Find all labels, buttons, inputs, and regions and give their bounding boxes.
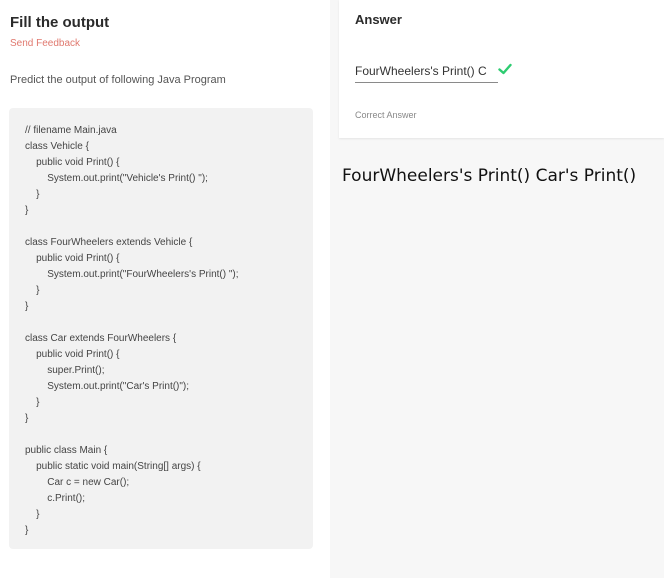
answer-card: Answer Correct Answer (339, 0, 664, 138)
code-line: Car c = new Car(); (25, 477, 130, 488)
code-line: class FourWheelers extends Vehicle { (25, 237, 193, 248)
code-block: // filename Main.java class Vehicle { pub… (9, 108, 313, 549)
code-line: public void Print() { (25, 157, 120, 168)
code-line: public static void main(String[] args) { (25, 461, 201, 472)
code-line: } (25, 189, 40, 200)
output-text: FourWheelers's Print() Car's Print() (342, 166, 637, 186)
code-line: super.Print(); (25, 365, 105, 376)
code-line: } (25, 205, 29, 216)
code-text: // filename Main.java class Vehicle { pub… (25, 123, 239, 539)
code-line: } (25, 285, 40, 296)
code-line: } (25, 525, 29, 536)
correct-answer-label: Correct Answer (355, 110, 417, 120)
answer-input[interactable] (355, 60, 498, 83)
code-line: c.Print(); (25, 493, 86, 504)
code-line: // filename Main.java (25, 125, 117, 136)
code-line: class Vehicle { (25, 141, 89, 152)
question-text: Predict the output of following Java Pro… (10, 74, 226, 86)
code-line: System.out.print("Vehicle's Print() "); (25, 173, 208, 184)
code-line: } (25, 397, 40, 408)
code-line: System.out.print("Car's Print()"); (25, 381, 190, 392)
question-panel: Fill the output Send Feedback Predict th… (0, 0, 330, 578)
code-line: } (25, 509, 40, 520)
code-line: class Car extends FourWheelers { (25, 333, 177, 344)
code-line: } (25, 301, 29, 312)
code-line: public class Main { (25, 445, 108, 456)
code-line: public void Print() { (25, 253, 120, 264)
code-line: } (25, 413, 29, 424)
answer-heading: Answer (355, 12, 402, 27)
code-line: public void Print() { (25, 349, 120, 360)
code-line: System.out.print("FourWheelers's Print()… (25, 269, 239, 280)
send-feedback-link[interactable]: Send Feedback (10, 38, 80, 49)
check-icon (498, 63, 512, 75)
question-title: Fill the output (10, 14, 110, 31)
